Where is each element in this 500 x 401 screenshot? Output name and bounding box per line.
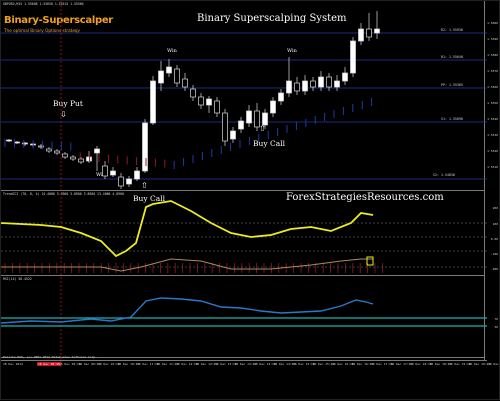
candle-body (206, 98, 212, 106)
trend-cci-line (1, 200, 374, 258)
candle-body (262, 112, 268, 126)
candle-body (142, 122, 148, 172)
candle-body (278, 92, 284, 102)
candle-body (198, 96, 204, 106)
candle-body (174, 68, 180, 84)
candle-body (134, 170, 140, 180)
rsi-line (1, 297, 374, 324)
candle-body (334, 80, 340, 88)
candle-body (22, 142, 28, 145)
candle-body (222, 112, 228, 142)
candle-body (78, 158, 84, 163)
candle-body (158, 70, 164, 84)
candle-body (110, 170, 116, 176)
candle-body (230, 130, 236, 140)
candle-body (54, 150, 60, 154)
candle-body (86, 156, 92, 162)
candle-body (214, 100, 220, 114)
candle-body (374, 28, 380, 34)
candle-body (254, 110, 260, 128)
candle-body (246, 110, 252, 124)
candle-body (182, 78, 188, 88)
candle-body (342, 72, 348, 82)
candle-body (118, 176, 124, 187)
candle-body (70, 156, 76, 160)
candle-body (190, 88, 196, 98)
candle-body (350, 40, 356, 74)
candle-body (326, 76, 332, 88)
candle-body (286, 80, 292, 94)
candle-body (318, 76, 324, 88)
chart-drawing-layer (1, 1, 487, 368)
candle-body (46, 148, 52, 152)
candle-body (294, 82, 300, 92)
candle-body (166, 66, 172, 74)
candle-body (6, 139, 12, 142)
candle-body (102, 165, 108, 177)
candle-body (302, 80, 308, 92)
candle-body (270, 100, 276, 114)
candle-body (358, 28, 364, 42)
trading-terminal-window: GBPUSD,M15 1.55608 1.55650 1.55515 1.555… (0, 0, 500, 400)
candle-body (150, 80, 156, 124)
candle-body (94, 148, 100, 154)
candle-body (126, 178, 132, 185)
candle-body (366, 28, 372, 38)
candle-body (14, 141, 20, 144)
candle-body (62, 153, 68, 158)
candle-body (238, 120, 244, 130)
candle-body (310, 80, 316, 88)
